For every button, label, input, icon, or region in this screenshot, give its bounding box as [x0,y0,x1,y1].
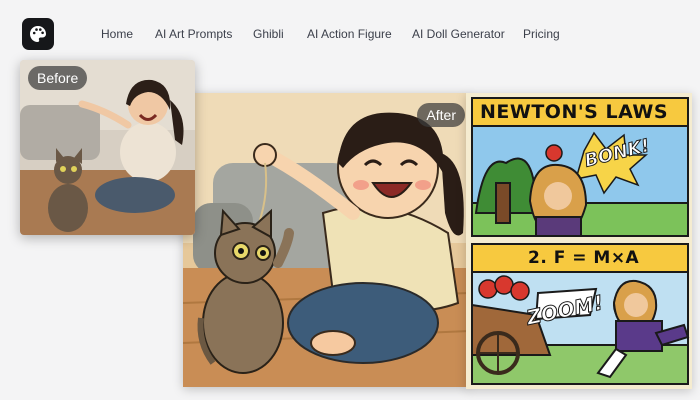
before-image: Before [20,60,195,235]
nav-pricing[interactable]: Pricing [523,27,560,41]
nav-ai-art-prompts[interactable]: AI Art Prompts [155,27,232,41]
nav-ai-action-figure[interactable]: AI Action Figure [307,27,392,41]
comic-image: NEWTON'S LAWS 2. F = M×A BONK! ZOOM! [466,93,692,389]
comic-title: NEWTON'S LAWS [480,101,669,123]
before-label: Before [28,66,88,90]
nav-ghibli[interactable]: Ghibli [253,27,284,41]
after-label: After [417,103,465,127]
ghibli-illustration [183,93,469,387]
nav-home[interactable]: Home [101,27,133,41]
top-nav: Home AI Art Prompts Ghibli AI Action Fig… [0,0,700,68]
nav-ai-doll-generator[interactable]: AI Doll Generator [412,27,505,41]
after-image: After [183,93,469,387]
comic-subtitle: 2. F = M×A [528,248,640,268]
comic-art [466,93,692,389]
